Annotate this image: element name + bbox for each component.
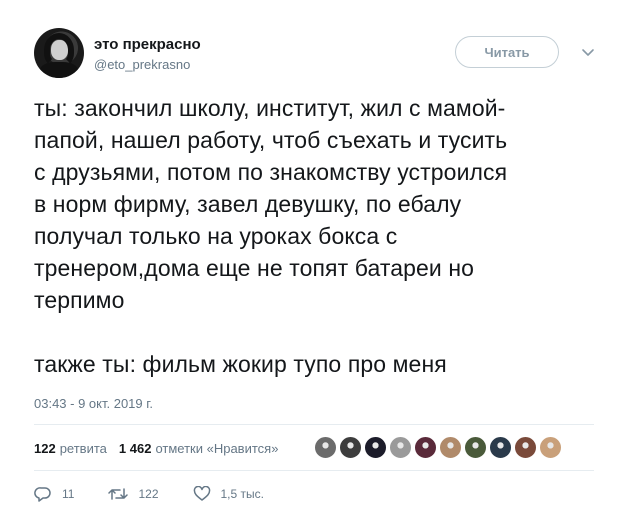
liker-avatar[interactable]: [414, 436, 437, 459]
liker-avatar[interactable]: [439, 436, 462, 459]
chevron-down-icon[interactable]: [580, 44, 596, 60]
liker-avatar[interactable]: [514, 436, 537, 459]
heart-icon: [193, 486, 210, 501]
liker-avatar[interactable]: [339, 436, 362, 459]
retweet-icon: [108, 488, 129, 500]
avatar-hair-shape: [44, 33, 74, 67]
author-avatar[interactable]: [34, 28, 84, 78]
reply-count: 11: [62, 487, 75, 501]
liker-avatar[interactable]: [389, 436, 412, 459]
follow-button[interactable]: Читать: [455, 36, 559, 68]
liker-avatar[interactable]: [489, 436, 512, 459]
divider: [34, 470, 594, 471]
retweets-label[interactable]: ретвита: [60, 441, 107, 456]
divider: [34, 424, 594, 425]
tweet-text: ты: закончил школу, институт, жил с мамо…: [34, 95, 508, 377]
retweet-count: 122: [138, 487, 159, 501]
like-count: 1,5 тыс.: [220, 487, 264, 501]
reply-button[interactable]: 11: [34, 486, 74, 502]
liker-avatar[interactable]: [364, 436, 387, 459]
liker-avatar[interactable]: [539, 436, 562, 459]
author-name[interactable]: это прекрасно: [94, 36, 201, 53]
liker-avatar[interactable]: [314, 436, 337, 459]
tweet-header: это прекрасно @eto_prekrasno Читать: [34, 28, 604, 84]
tweet-actions: 11 122 1,5 тыс.: [34, 484, 298, 504]
likes-count[interactable]: 1 462: [119, 441, 152, 456]
like-button[interactable]: 1,5 тыс.: [193, 486, 264, 502]
liker-avatars: [314, 436, 564, 459]
likes-label[interactable]: отметки «Нравится»: [155, 441, 278, 456]
retweets-count[interactable]: 122: [34, 441, 56, 456]
liker-avatar[interactable]: [464, 436, 487, 459]
author-handle[interactable]: @eto_prekrasno: [94, 57, 190, 72]
tweet-stats: 122 ретвита 1 462 отметки «Нравится»: [34, 438, 290, 458]
tweet-timestamp[interactable]: 03:43 - 9 окт. 2019 г.: [34, 396, 153, 411]
retweet-button[interactable]: 122: [108, 486, 159, 502]
reply-icon: [34, 487, 51, 502]
